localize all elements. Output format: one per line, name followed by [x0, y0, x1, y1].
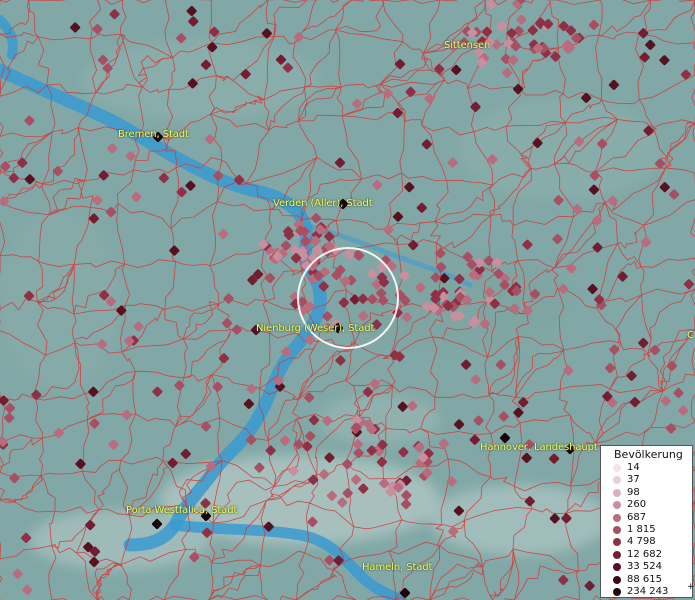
legend-swatch	[613, 476, 621, 485]
legend-label: 260	[627, 499, 647, 511]
place-label-hannover: Hannover, Landeshaupt	[480, 442, 598, 453]
map-canvas[interactable]	[0, 0, 695, 600]
place-label-porta-westfalica: Porta Westfalica, Stadt	[126, 505, 238, 516]
place-label-edge: C	[687, 330, 694, 341]
legend-overflow-marker: +	[687, 582, 695, 592]
place-label-bremen: Bremen, Stadt	[118, 129, 189, 140]
legend-label: 12 682	[627, 548, 662, 560]
legend-label: 33 524	[627, 561, 662, 573]
legend-swatch	[613, 526, 621, 534]
place-label-verden: Verden (Aller), Stadt	[273, 198, 373, 209]
legend-swatch	[613, 550, 621, 559]
legend-label: 37	[627, 474, 640, 486]
legend-label: 98	[627, 486, 640, 498]
legend-swatch	[613, 488, 621, 497]
legend-swatch	[613, 501, 621, 510]
place-label-sittensen: Sittensen	[444, 40, 491, 51]
legend-label: 88 615	[627, 573, 662, 585]
legend-swatch	[613, 588, 621, 596]
legend-title: Bevölkerung	[614, 448, 683, 461]
legend-label: 234 243	[627, 586, 669, 597]
legend-swatch	[613, 464, 621, 472]
legend-swatch	[613, 563, 621, 572]
population-legend: Bevölkerung 14 37 98 260 687 1 815 4 798 12 682…	[600, 445, 695, 598]
legend-label: 687	[627, 511, 647, 523]
legend-swatch	[613, 513, 621, 522]
map-view[interactable]: Sittensen Bremen, Stadt Verden (Aller), …	[0, 0, 695, 600]
legend-label: 14	[627, 462, 640, 473]
place-label-nienburg: Nienburg (Weser), Stadt	[256, 323, 375, 334]
legend-swatch	[613, 538, 621, 547]
legend-label: 1 815	[627, 524, 656, 535]
legend-label: 4 798	[627, 536, 656, 548]
place-label-hameln: Hameln, Stadt	[362, 562, 433, 573]
legend-swatch	[613, 575, 621, 584]
